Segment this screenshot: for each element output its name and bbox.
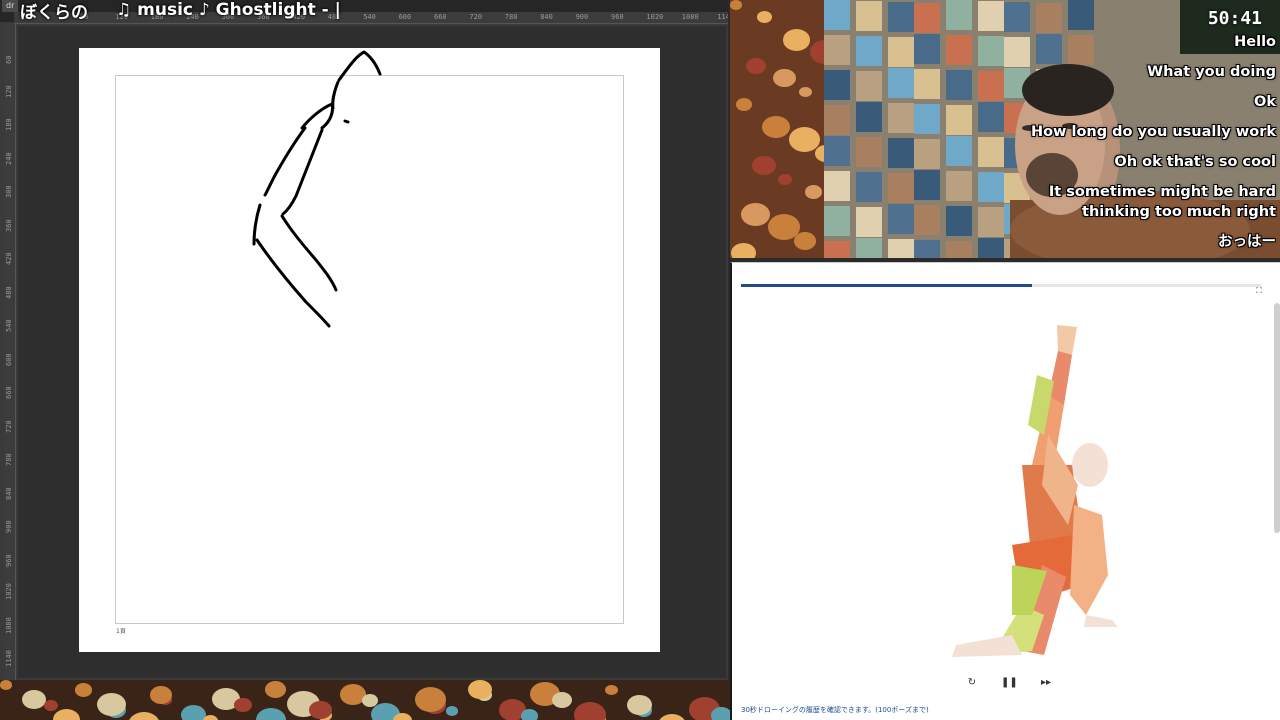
pattern-blob (627, 695, 652, 715)
sketch-stroke-shoulder (300, 102, 334, 130)
sketch-stroke-dot (343, 119, 350, 124)
chat-message: What you doing (1147, 64, 1276, 80)
pattern-blob (265, 681, 286, 698)
drawing-app: dr 60 120 180 240 300 360 420 480 540 600 660 720 78… (0, 0, 728, 680)
pattern-blob (53, 709, 80, 720)
pattern-blob (521, 709, 538, 720)
sketch-stroke-hip-back (252, 203, 262, 246)
chat-message: Ok (1254, 94, 1276, 110)
pattern-blob (468, 680, 492, 700)
pattern-blob (393, 713, 412, 720)
pattern-blob (658, 714, 686, 720)
timer-progress-bar (741, 284, 1261, 287)
chat-message: It sometimes might be hard (1048, 184, 1276, 200)
scrollbar[interactable] (1274, 303, 1280, 533)
pattern-blob (574, 702, 606, 720)
sketch-stroke-leg-front (280, 214, 338, 292)
sketch-stroke-front (281, 128, 324, 216)
webcam-feed: 50:41 Hello What you doing Ok How long do y… (730, 0, 1280, 258)
chat-message: おっはー (1218, 234, 1276, 250)
chat-message: Oh ok that's so cool (1114, 154, 1276, 170)
pattern-blob (256, 708, 286, 720)
chat-message: thinking too much right (1082, 204, 1276, 220)
chat-message: Hello (1234, 34, 1276, 50)
screen: dr 60 120 180 240 300 360 420 480 540 600 660 720 78… (0, 0, 1280, 720)
pattern-blob (181, 705, 206, 720)
history-link[interactable]: 30秒ドローイングの履歴を確認できます。(100ポーズまで) (741, 705, 929, 715)
restart-icon[interactable]: ↻ (964, 675, 980, 691)
stream-timer: 50:41 (1207, 8, 1262, 29)
pattern-blob (128, 712, 160, 720)
pattern-blob (22, 690, 46, 710)
pattern-blob (150, 686, 172, 704)
pause-icon[interactable]: ❚❚ (1001, 675, 1018, 691)
pattern-blob (234, 698, 252, 713)
fullscreen-icon[interactable]: ⛶ (1254, 286, 1264, 296)
chat-message: How long do you usually work (1030, 124, 1276, 140)
gesture-sketch (252, 50, 382, 328)
sketch-stroke-head (337, 50, 382, 82)
pattern-blob (75, 683, 92, 697)
sketch-stroke-leg-back (255, 238, 331, 328)
pattern-blob (605, 685, 618, 696)
pattern-blob (0, 680, 12, 690)
pattern-blob (415, 687, 446, 712)
pattern-blob (711, 707, 730, 720)
pattern-blob (552, 692, 572, 708)
decorative-pattern (0, 680, 730, 720)
chat-overlay: Hello What you doing Ok How long do you usu… (976, 32, 1276, 252)
overlay-title: ぼくらの (20, 3, 88, 23)
skip-icon[interactable]: ▸▸ (1038, 675, 1054, 691)
timer-progress-fill (741, 284, 1033, 287)
pattern-blob (97, 693, 126, 717)
player-controls: ↻ ❚❚ ▸▸ (964, 675, 1054, 691)
now-playing: ♫ music ♪ Ghostlight - | (116, 0, 341, 20)
pattern-blob (362, 694, 378, 707)
anatomy-pose-figure (952, 325, 1118, 657)
pattern-blob (446, 706, 458, 716)
pattern-blob (44, 700, 58, 712)
pattern-blob (203, 715, 218, 720)
pose-reference-panel: ⛶ ↻ ❚❚ ▸▸ 30秒ドローイングの履歴を確認できます。(100ポーズまで) (730, 262, 1280, 720)
